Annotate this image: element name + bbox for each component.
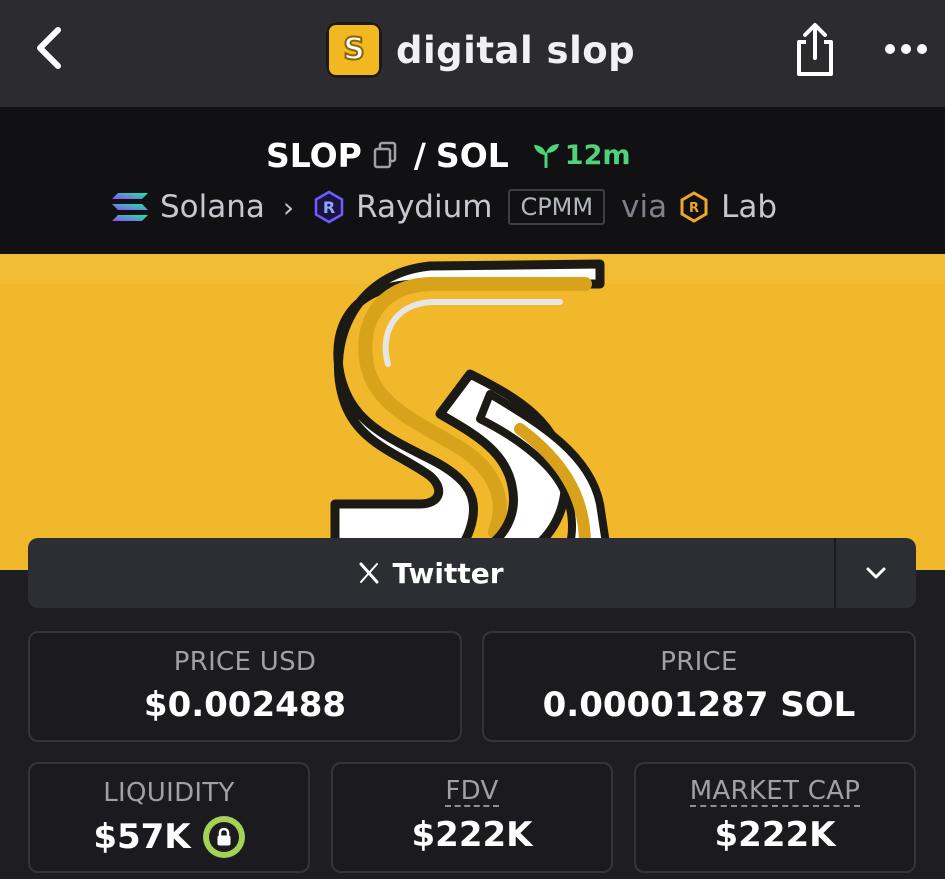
token-banner-s-logo xyxy=(0,254,945,570)
token-logo: S xyxy=(326,22,382,78)
fdv-label[interactable]: FDV xyxy=(445,777,499,808)
quote-token-symbol: SOL xyxy=(435,135,509,175)
liquidity-card: LIQUIDITY $57K xyxy=(28,762,310,873)
base-token-symbol: SLOP xyxy=(266,135,362,175)
solana-icon xyxy=(112,193,148,221)
page-title: digital slop xyxy=(396,28,636,72)
raydium-icon: R xyxy=(314,190,344,224)
pair-age-value: 12m xyxy=(564,139,631,171)
fdv-card: FDV $222K xyxy=(331,762,613,873)
copy-icon[interactable] xyxy=(372,141,398,169)
token-title: S digital slop xyxy=(326,20,635,80)
chain-link[interactable]: Solana xyxy=(160,189,265,225)
token-logo-letter: S xyxy=(342,32,366,67)
more-horizontal-icon xyxy=(885,44,927,54)
lab-icon: R xyxy=(680,191,708,223)
fdv-value: $222K xyxy=(411,815,533,856)
market-cap-value: $222K xyxy=(714,815,836,856)
sprout-icon xyxy=(533,144,559,168)
pair-separator: / xyxy=(413,135,426,175)
token-banner-image xyxy=(0,254,945,570)
pair-age: 12m xyxy=(531,140,631,171)
chevron-left-icon xyxy=(37,27,61,69)
back-button[interactable] xyxy=(26,22,72,74)
liquidity-value: $57K xyxy=(93,817,191,857)
twitter-label: Twitter xyxy=(392,556,504,590)
x-logo-icon xyxy=(359,562,379,584)
svg-text:R: R xyxy=(323,198,335,217)
svg-text:R: R xyxy=(689,201,699,216)
price-native-value: 0.00001287 SOL xyxy=(542,685,856,725)
price-usd-value: $0.002488 xyxy=(143,685,347,725)
pair-name-row: SLOP / SOL 12m xyxy=(266,133,631,177)
more-options-button[interactable] xyxy=(882,34,930,64)
socials-dropdown-button[interactable] xyxy=(836,538,916,608)
price-native-label: PRICE xyxy=(660,647,738,677)
market-cap-label[interactable]: MARKET CAP xyxy=(689,777,861,808)
chevron-down-icon xyxy=(866,567,886,579)
breadcrumb-arrow-icon: › xyxy=(282,190,295,224)
pool-type-badge: CPMM xyxy=(508,189,606,225)
social-links-bar: Twitter xyxy=(28,538,916,608)
share-icon xyxy=(797,23,833,76)
breadcrumb: Solana › R Raydium CPMM via R Lab xyxy=(110,185,777,229)
top-app-bar: S digital slop xyxy=(0,0,945,107)
launchpad-link[interactable]: Lab xyxy=(721,189,777,225)
twitter-button[interactable]: Twitter xyxy=(28,538,834,608)
liquidity-label: LIQUIDITY xyxy=(103,778,235,808)
share-button[interactable] xyxy=(790,22,840,78)
market-cap-card: MARKET CAP $222K xyxy=(634,762,916,873)
lock-icon xyxy=(217,827,231,846)
price-native-card: PRICE 0.00001287 SOL xyxy=(482,631,916,742)
pair-header: SLOP / SOL 12m Solana › R Raydium CPMM v… xyxy=(0,107,945,254)
via-label: via xyxy=(621,189,668,225)
liquidity-lock-button[interactable] xyxy=(202,816,245,858)
liquidity-value-row: $57K xyxy=(93,816,245,858)
price-usd-card: PRICE USD $0.002488 xyxy=(28,631,462,742)
price-usd-label: PRICE USD xyxy=(173,647,317,677)
dex-link[interactable]: Raydium xyxy=(356,189,492,225)
